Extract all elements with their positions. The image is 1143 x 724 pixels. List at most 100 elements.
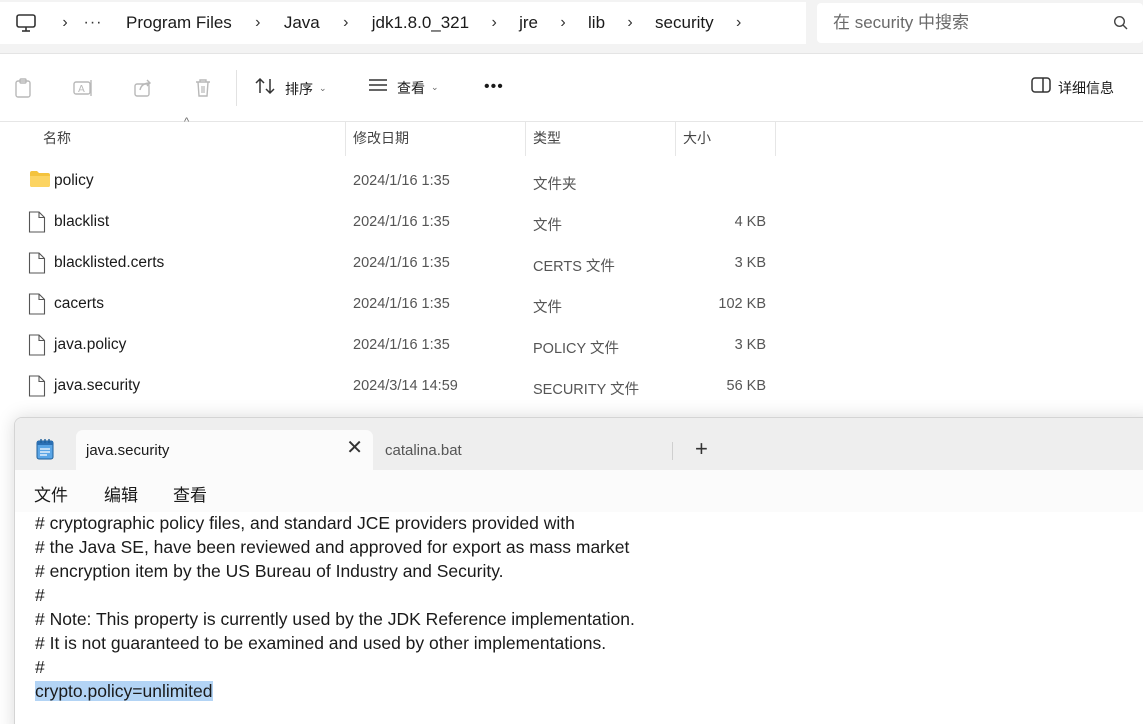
breadcrumb-lib[interactable]: lib (588, 13, 605, 33)
sort-button[interactable]: 排序 ⌄ (255, 76, 327, 101)
sort-label: 排序 (285, 80, 313, 97)
file-icon (28, 375, 46, 402)
file-name: java.security (54, 377, 141, 394)
toolbar-separator (236, 70, 237, 106)
more-icon: ••• (484, 78, 504, 95)
selected-text-line: crypto.policy=unlimited (35, 681, 213, 702)
chevron-right-icon[interactable]: › (469, 14, 519, 32)
address-bar[interactable]: › ··· Program Files › Java › jdk1.8.0_32… (0, 2, 806, 44)
file-name: blacklist (54, 213, 110, 230)
rename-icon[interactable]: A (72, 77, 94, 99)
breadcrumb-jre[interactable]: jre (519, 13, 538, 33)
command-bar: A 排序 ⌄ 查看 ⌄ ••• 详细信息 (0, 54, 1143, 122)
text-line: # cryptographic policy files, and standa… (35, 513, 575, 533)
file-type: SECURITY 文件 (533, 382, 640, 398)
column-headers: 名称 修改日期 类型 大小 (0, 122, 1143, 156)
file-type: 文件夹 (533, 177, 577, 193)
notepad-tab-bar: java.security ✕ catalina.bat + (15, 418, 1143, 470)
details-pane-button[interactable]: 详细信息 (1030, 76, 1114, 99)
column-header-type[interactable]: 类型 (526, 122, 676, 156)
this-pc-icon[interactable] (0, 2, 52, 44)
file-modified: 2024/1/16 1:35 (353, 337, 450, 353)
breadcrumb-overflow[interactable]: ··· (78, 14, 108, 32)
file-size: 4 KB (734, 214, 766, 230)
svg-text:A: A (78, 84, 85, 95)
share-icon[interactable] (132, 77, 154, 99)
menu-view[interactable]: 查看 (173, 481, 207, 506)
new-tab-plus-icon[interactable]: + (695, 438, 708, 460)
tab-label: java.security (86, 442, 170, 459)
text-line: # It is not guaranteed to be examined an… (35, 633, 607, 653)
menu-file[interactable]: 文件 (34, 481, 68, 506)
file-type: CERTS 文件 (533, 259, 615, 275)
file-size: 3 KB (734, 337, 766, 353)
tab-label: catalina.bat (385, 442, 462, 459)
view-list-icon (367, 76, 389, 99)
chevron-down-icon: ⌄ (431, 82, 439, 92)
notepad-menu-bar: 文件 编辑 查看 (15, 470, 1143, 512)
text-line: # (35, 585, 45, 605)
paste-icon[interactable] (12, 77, 34, 99)
file-size: 102 KB (718, 296, 766, 312)
file-icon (28, 293, 46, 320)
text-line: # (35, 657, 45, 677)
file-name: java.policy (54, 336, 127, 353)
breadcrumb-java[interactable]: Java (284, 13, 320, 33)
file-name: cacerts (54, 295, 104, 312)
address-row: › ··· Program Files › Java › jdk1.8.0_32… (0, 0, 1143, 54)
chevron-right-icon[interactable]: › (605, 14, 655, 32)
file-row-java-policy[interactable]: java.policy 2024/1/16 1:35 POLICY 文件 3 K… (0, 324, 800, 365)
file-modified: 2024/1/16 1:35 (353, 214, 450, 230)
file-type: 文件 (533, 218, 562, 234)
tab-separator (672, 442, 673, 460)
breadcrumb-program-files[interactable]: Program Files (126, 13, 232, 33)
search-input[interactable] (833, 13, 1103, 33)
chevron-right-icon[interactable]: › (714, 14, 764, 32)
search-box[interactable] (817, 3, 1143, 43)
sort-icon (255, 76, 277, 101)
tab-catalina-bat[interactable]: catalina.bat (377, 430, 673, 470)
column-header-size[interactable]: 大小 (676, 122, 776, 156)
file-row-blacklist[interactable]: blacklist 2024/1/16 1:35 文件 4 KB (0, 201, 800, 242)
file-modified: 2024/1/16 1:35 (353, 173, 450, 189)
chevron-right-icon[interactable]: › (538, 14, 588, 32)
delete-icon[interactable] (192, 77, 214, 99)
text-line: # encryption item by the US Bureau of In… (35, 561, 504, 581)
details-pane-icon (1030, 76, 1052, 99)
file-icon (28, 211, 46, 238)
file-name: blacklisted.certs (54, 254, 165, 271)
chevron-right-icon[interactable]: › (320, 14, 372, 32)
file-modified: 2024/3/14 14:59 (353, 378, 458, 394)
file-type: 文件 (533, 300, 562, 316)
details-label: 详细信息 (1058, 79, 1114, 96)
notepad-app-icon (35, 438, 55, 465)
view-button[interactable]: 查看 ⌄ (367, 76, 439, 99)
view-label: 查看 (397, 79, 425, 96)
file-size: 56 KB (726, 378, 767, 394)
file-icon (28, 252, 46, 279)
column-header-name[interactable]: 名称 (0, 122, 346, 156)
folder-icon (30, 171, 50, 192)
file-size: 3 KB (734, 255, 766, 271)
chevron-right-icon: › (62, 14, 68, 31)
tab-java-security[interactable]: java.security ✕ (76, 430, 373, 470)
chevron-right-icon[interactable]: › (232, 14, 284, 32)
close-icon[interactable]: ✕ (346, 438, 363, 458)
text-editor[interactable]: # cryptographic policy files, and standa… (15, 512, 1143, 724)
menu-edit[interactable]: 编辑 (104, 481, 138, 506)
file-row-java-security[interactable]: java.security 2024/3/14 14:59 SECURITY 文… (0, 365, 800, 406)
file-row-cacerts[interactable]: cacerts 2024/1/16 1:35 文件 102 KB (0, 283, 800, 324)
text-line: # Note: This property is currently used … (35, 609, 635, 629)
file-row-blacklisted-certs[interactable]: blacklisted.certs 2024/1/16 1:35 CERTS 文… (0, 242, 800, 283)
breadcrumb-security[interactable]: security (655, 13, 714, 33)
file-name: policy (54, 172, 94, 189)
more-options-button[interactable]: ••• (484, 78, 504, 96)
column-header-modified[interactable]: 修改日期 (346, 122, 526, 156)
chevron-down-icon: ⌄ (319, 83, 327, 93)
search-icon[interactable] (1113, 15, 1129, 36)
text-line: # the Java SE, have been reviewed and ap… (35, 537, 630, 557)
text-selection: crypto.policy=unlimited (35, 681, 213, 701)
breadcrumb-jdk[interactable]: jdk1.8.0_321 (372, 13, 469, 33)
notepad-window: java.security ✕ catalina.bat + 文件 编辑 查看 … (14, 417, 1143, 724)
file-row-policy[interactable]: policy 2024/1/16 1:35 文件夹 (0, 160, 800, 201)
